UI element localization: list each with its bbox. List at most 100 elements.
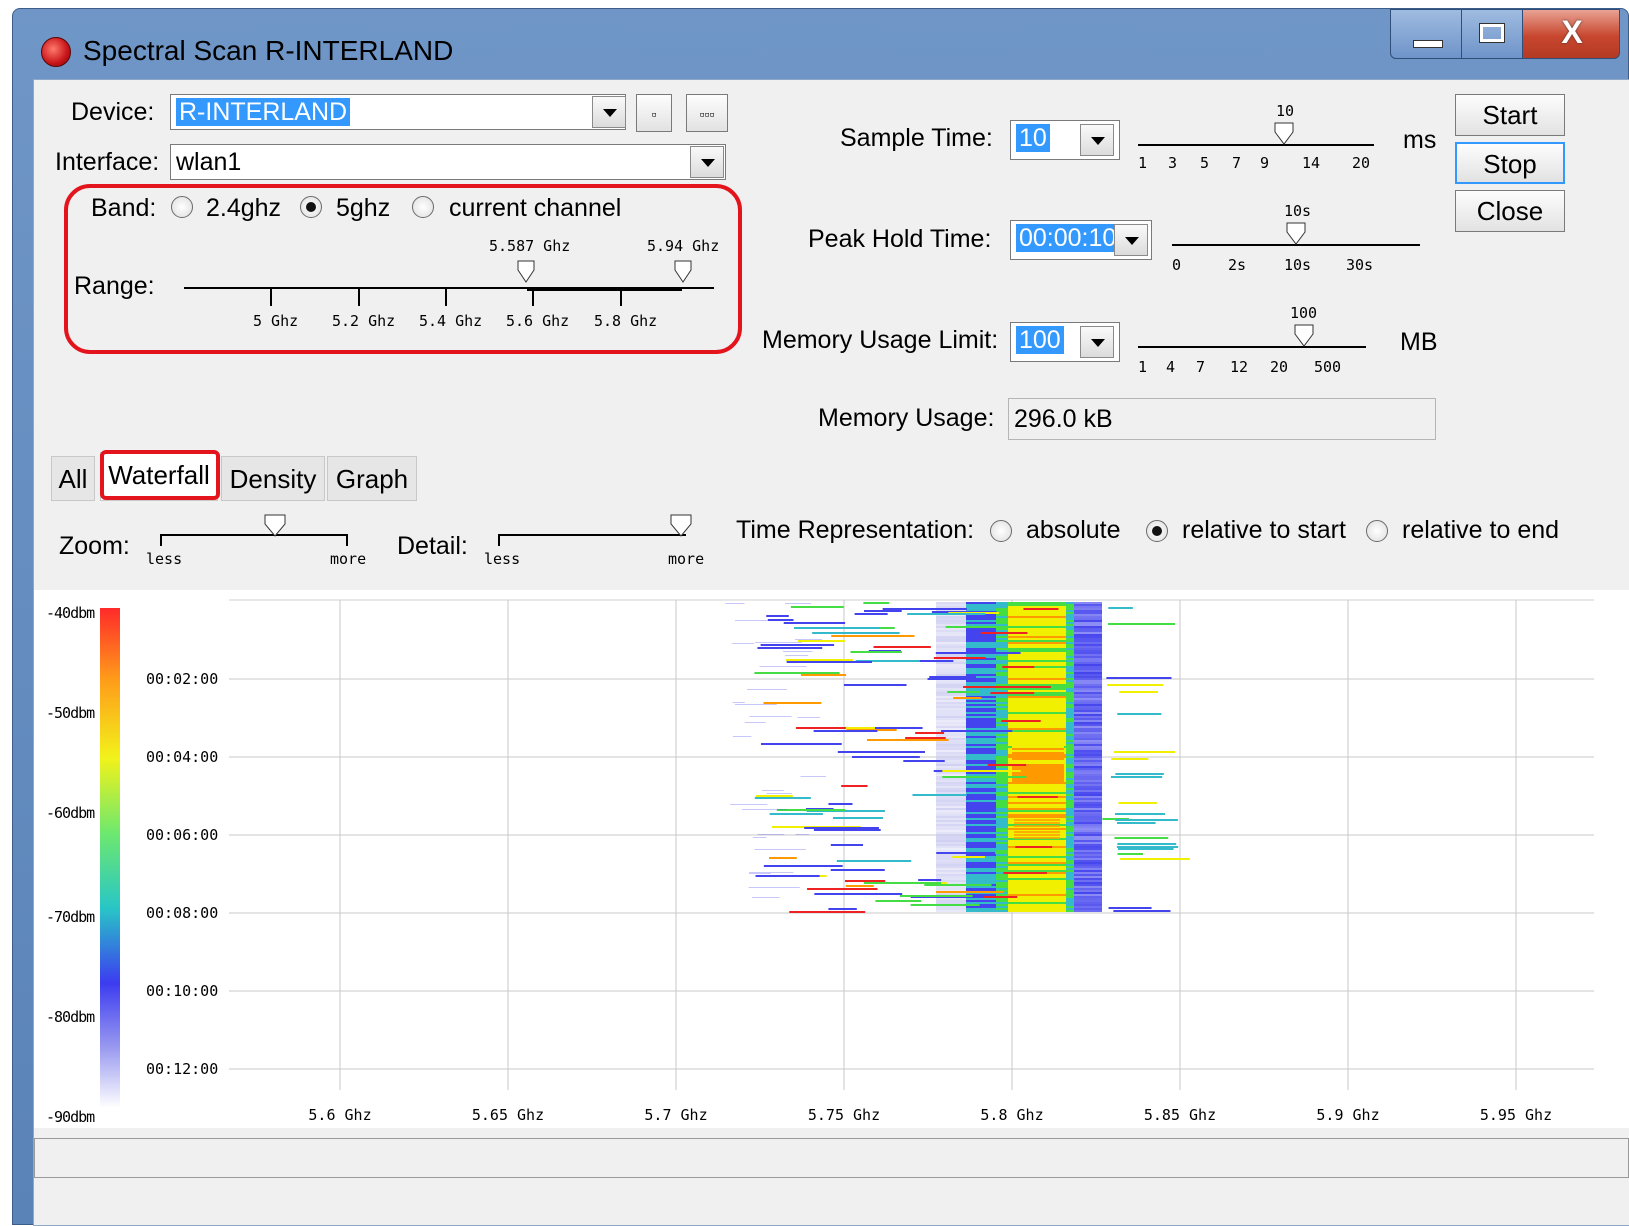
range-label: Range: (74, 272, 155, 300)
band-radio-5ghz[interactable] (300, 196, 322, 218)
interface-value: wlan1 (176, 148, 242, 176)
interface-dropdown-button[interactable] (690, 146, 724, 178)
device-select[interactable]: R-INTERLAND (170, 94, 626, 130)
sample-time-tick: 14 (1302, 154, 1321, 172)
interface-label: Interface: (55, 148, 160, 176)
sample-time-dropdown-button[interactable] (1080, 124, 1114, 156)
frequency-label: 5.75 Ghz (808, 1106, 880, 1124)
memory-limit-tick: 1 (1138, 358, 1148, 376)
sample-time-tick: 1 (1138, 154, 1148, 172)
device-label: Device: (71, 98, 155, 126)
range-tick-label: 5.4 Ghz (419, 312, 483, 330)
waterfall-canvas[interactable]: 00:02:00 00:04:00 00:06:00 00:08:00 00:10:00… (34, 590, 1629, 1128)
range-low-thumb[interactable] (517, 260, 535, 283)
detail-slider-thumb[interactable] (670, 514, 692, 543)
range-tick (358, 288, 360, 306)
detail-less-label: less (484, 550, 521, 568)
tab-all[interactable]: All (51, 456, 95, 501)
zoom-slider-thumb[interactable] (264, 514, 286, 543)
band-label: Band: (91, 194, 157, 222)
close-button[interactable]: Close (1455, 190, 1565, 232)
peak-hold-label: Peak Hold Time: (808, 225, 992, 253)
frequency-label: 5.9 Ghz (1316, 1106, 1379, 1124)
start-button[interactable]: Start (1455, 94, 1565, 136)
close-icon: X (1561, 14, 1583, 50)
time-label: 00:08:00 (146, 904, 218, 922)
peak-hold-slider-thumb[interactable] (1286, 222, 1306, 251)
peak-hold-tick: 30s (1346, 256, 1374, 274)
time-label: 00:04:00 (146, 748, 218, 766)
device-more-button[interactable]: ▫▫▫ (686, 94, 728, 132)
sample-time-tick: 5 (1200, 154, 1210, 172)
sample-time-slider-thumb[interactable] (1274, 122, 1294, 151)
range-tick (620, 288, 622, 306)
time-rep-option-relative-start: relative to start (1182, 516, 1346, 544)
stop-button[interactable]: Stop (1455, 142, 1565, 184)
memory-limit-tick: 500 (1314, 358, 1342, 376)
range-tick-label: 5.6 Ghz (506, 312, 570, 330)
sample-time-value: 10 (1016, 124, 1050, 152)
minimize-button[interactable] (1390, 9, 1462, 59)
spectral-scan-window: Spectral Scan R-INTERLAND X Device: R-IN… (12, 8, 1629, 1226)
band-radio-current-channel[interactable] (412, 196, 434, 218)
device-dropdown-button[interactable] (592, 96, 626, 128)
band-option-5ghz: 5ghz (336, 194, 391, 222)
device-small-button[interactable]: ▫ (636, 94, 672, 132)
frequency-label: 5.95 Ghz (1480, 1106, 1552, 1124)
sample-time-tick: 20 (1352, 154, 1371, 172)
time-rep-label: Time Representation: (736, 516, 975, 544)
peak-hold-dropdown-button[interactable] (1114, 224, 1148, 256)
waterfall-plot[interactable]: 00:02:00 00:04:00 00:06:00 00:08:00 00:10:00… (34, 590, 1629, 1128)
memory-limit-unit: MB (1400, 328, 1438, 356)
range-tick (445, 288, 447, 306)
sample-time-tick: 9 (1260, 154, 1270, 172)
band-option-2-4ghz: 2.4ghz (206, 194, 282, 222)
tab-density[interactable]: Density (221, 456, 325, 501)
zoom-slider[interactable] (160, 534, 348, 536)
band-radio-2-4ghz[interactable] (171, 196, 193, 218)
time-label: 00:12:00 (146, 1060, 218, 1078)
memory-limit-dropdown-button[interactable] (1080, 326, 1114, 358)
sample-time-slider[interactable] (1138, 144, 1374, 146)
peak-hold-slider-value: 10s (1284, 202, 1312, 220)
time-rep-radio-absolute[interactable] (990, 520, 1012, 542)
zoom-more-label: more (330, 550, 367, 568)
dbm-label: -90dbm (46, 1108, 95, 1126)
time-rep-radio-relative-start[interactable] (1146, 520, 1168, 542)
sample-time-tick: 7 (1232, 154, 1242, 172)
close-window-button[interactable]: X (1522, 9, 1620, 59)
range-low-value: 5.587 Ghz (489, 237, 571, 255)
time-rep-option-absolute: absolute (1026, 516, 1121, 544)
time-rep-radio-relative-end[interactable] (1366, 520, 1388, 542)
window-client-area: Device: R-INTERLAND ▫ ▫▫▫ Interface: wla… (33, 79, 1629, 1226)
frequency-label: 5.7 Ghz (644, 1106, 707, 1124)
device-value: R-INTERLAND (176, 98, 351, 126)
dbm-label: -50dbm (46, 704, 95, 722)
maximize-icon (1479, 23, 1505, 43)
memory-limit-slider[interactable] (1138, 346, 1366, 348)
memory-usage-value: 296.0 kB (1014, 405, 1113, 433)
range-tick (532, 288, 534, 306)
memory-limit-slider-thumb[interactable] (1294, 324, 1314, 353)
interface-select[interactable]: wlan1 (170, 144, 726, 180)
maximize-button[interactable] (1461, 9, 1523, 59)
sample-time-tick: 3 (1168, 154, 1178, 172)
dbm-color-scale (100, 608, 120, 1108)
range-tick (270, 288, 272, 306)
detail-slider[interactable] (498, 534, 686, 536)
detail-label: Detail: (397, 532, 468, 560)
title-bar[interactable]: Spectral Scan R-INTERLAND X (13, 9, 1628, 79)
frequency-label: 5.6 Ghz (308, 1106, 371, 1124)
memory-usage-label: Memory Usage: (818, 404, 995, 432)
time-label: 00:06:00 (146, 826, 218, 844)
memory-usage-field: 296.0 kB (1008, 398, 1436, 440)
range-tick-label: 5 Ghz (253, 312, 299, 330)
memory-limit-label: Memory Usage Limit: (762, 326, 999, 354)
range-high-thumb[interactable] (674, 260, 692, 283)
peak-hold-tick: 10s (1284, 256, 1312, 274)
memory-limit-tick: 4 (1166, 358, 1176, 376)
zoom-slider-end (346, 534, 348, 546)
tab-graph[interactable]: Graph (327, 456, 417, 501)
sample-time-unit: ms (1403, 126, 1437, 154)
frequency-label: 5.8 Ghz (980, 1106, 1043, 1124)
